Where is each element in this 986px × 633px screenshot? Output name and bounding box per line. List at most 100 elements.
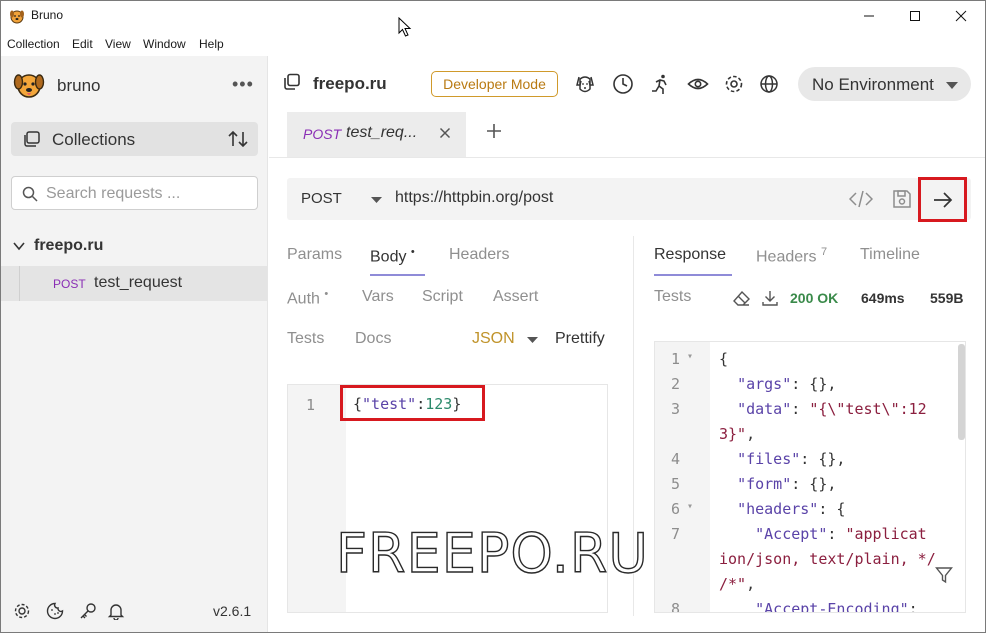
maximize-button[interactable] xyxy=(892,0,938,32)
json-punct xyxy=(719,475,737,493)
collections-icon xyxy=(24,131,40,147)
scrollbar-thumb[interactable] xyxy=(958,344,965,440)
close-icon xyxy=(955,10,967,22)
json-key: "headers" xyxy=(737,500,819,518)
tab-vars[interactable]: Vars xyxy=(362,288,394,306)
json-punct: : {}, xyxy=(791,475,837,493)
clock-icon[interactable] xyxy=(612,73,634,95)
response-line-text: "form": {}, xyxy=(719,475,836,493)
minimize-button[interactable] xyxy=(846,0,892,32)
response-line-number: 6 xyxy=(671,500,681,518)
response-line-text: /*", xyxy=(719,575,755,593)
json-key: "data" xyxy=(737,400,792,418)
json-punct: : xyxy=(827,525,846,543)
close-tab-icon[interactable] xyxy=(439,127,451,139)
tab-auth[interactable]: Auth • xyxy=(287,288,328,308)
response-line-number: 3 xyxy=(671,400,681,418)
eye-icon[interactable] xyxy=(687,73,709,95)
sidebar-request-item[interactable]: POST test_request xyxy=(1,266,267,301)
json-punct: , xyxy=(746,575,756,593)
dog-icon[interactable] xyxy=(574,73,596,95)
menu-edit[interactable]: Edit xyxy=(72,37,93,51)
maximize-icon xyxy=(910,11,920,21)
menu-window[interactable]: Window xyxy=(143,37,186,51)
developer-mode-badge[interactable]: Developer Mode xyxy=(431,71,558,97)
environment-select[interactable]: No Environment xyxy=(798,67,971,101)
tab-params[interactable]: Params xyxy=(287,246,342,264)
title-bar: Bruno xyxy=(0,0,986,32)
response-line-number: 7 xyxy=(671,525,681,543)
bell-icon[interactable] xyxy=(107,602,125,620)
json-key: "form" xyxy=(737,475,792,493)
tab-bar-divider xyxy=(269,157,985,158)
method-select[interactable]: POST xyxy=(301,190,342,207)
tab-script[interactable]: Script xyxy=(422,288,463,306)
tab-assert[interactable]: Assert xyxy=(493,288,538,306)
json-punct xyxy=(719,525,755,543)
collection-title: freepo.ru xyxy=(313,74,387,93)
filter-icon[interactable] xyxy=(935,566,953,584)
json-string: "applicat xyxy=(845,525,927,543)
json-punct: : {}, xyxy=(800,450,846,468)
search-requests-input[interactable]: Search requests ... xyxy=(11,176,258,210)
close-window-button[interactable] xyxy=(938,0,984,32)
eraser-icon[interactable] xyxy=(733,291,750,306)
sidebar: bruno ••• Collections Search requests ..… xyxy=(1,56,268,632)
globe-icon[interactable] xyxy=(758,73,780,95)
url-input[interactable]: https://httpbin.org/post xyxy=(395,189,553,207)
tab-response-headers-label: Headers xyxy=(756,248,817,266)
chevron-down-icon xyxy=(13,242,25,251)
runner-icon[interactable] xyxy=(650,73,672,95)
json-punct: , xyxy=(746,425,756,443)
fold-caret-icon[interactable]: ▾ xyxy=(687,501,693,512)
tab-response[interactable]: Response xyxy=(654,246,726,264)
tab-timeline[interactable]: Timeline xyxy=(860,246,920,264)
settings-gear-icon[interactable] xyxy=(723,73,745,95)
request-tab[interactable]: POST test_req... xyxy=(287,112,466,157)
download-icon[interactable] xyxy=(762,290,778,306)
menu-view[interactable]: View xyxy=(105,37,131,51)
prettify-button[interactable]: Prettify xyxy=(555,330,605,348)
tab-body[interactable]: Body • xyxy=(370,246,415,266)
caret-down-icon[interactable] xyxy=(527,337,538,343)
json-string: /*" xyxy=(719,575,747,593)
tab-tests[interactable]: Tests xyxy=(287,330,324,348)
json-punct xyxy=(719,400,737,418)
response-line-text: "args": {}, xyxy=(719,375,836,393)
response-gutter xyxy=(655,342,710,612)
body-mode-select[interactable]: JSON xyxy=(472,330,515,348)
json-string: "{\"test\":12 xyxy=(809,400,927,418)
active-tab-underline xyxy=(654,274,732,276)
bruno-app-icon xyxy=(10,10,24,24)
cookie-icon[interactable] xyxy=(46,602,64,620)
response-time: 649ms xyxy=(861,290,905,306)
more-dots-icon[interactable]: ••• xyxy=(232,74,254,95)
json-key: "Accept" xyxy=(755,525,828,543)
tab-headers[interactable]: Headers xyxy=(449,246,509,264)
caret-down-icon[interactable] xyxy=(371,197,382,203)
status-badge: 200 OK xyxy=(790,290,839,306)
key-icon[interactable] xyxy=(79,602,97,620)
tab-response-headers[interactable]: Headers 7 xyxy=(756,246,827,266)
response-body-viewer[interactable]: 1 ▾{2 "args": {}, 3 "data": "{\"test\":12 3… xyxy=(654,341,966,613)
response-line-text: ion/json, text/plain, */ xyxy=(719,550,936,568)
tab-docs[interactable]: Docs xyxy=(355,330,391,348)
json-string: ion/json, text/plain, */ xyxy=(719,550,936,568)
json-punct xyxy=(719,600,755,612)
new-tab-plus-icon[interactable] xyxy=(485,122,503,140)
sort-icon[interactable] xyxy=(228,130,248,148)
tab-response-tests[interactable]: Tests xyxy=(654,288,691,306)
fold-caret-icon[interactable]: ▾ xyxy=(687,351,693,362)
send-request-button[interactable] xyxy=(918,177,967,222)
response-line-number: 2 xyxy=(671,375,681,393)
line-number: 1 xyxy=(306,396,316,414)
menu-help[interactable]: Help xyxy=(199,37,224,51)
json-punct xyxy=(719,375,737,393)
collections-button[interactable]: Collections xyxy=(11,122,258,156)
code-icon[interactable] xyxy=(849,190,873,208)
response-line-number: 1 xyxy=(671,350,681,368)
highlight-box xyxy=(340,385,485,421)
save-icon[interactable] xyxy=(892,189,912,209)
gear-icon[interactable] xyxy=(13,602,31,620)
menu-collection[interactable]: Collection xyxy=(7,37,60,51)
